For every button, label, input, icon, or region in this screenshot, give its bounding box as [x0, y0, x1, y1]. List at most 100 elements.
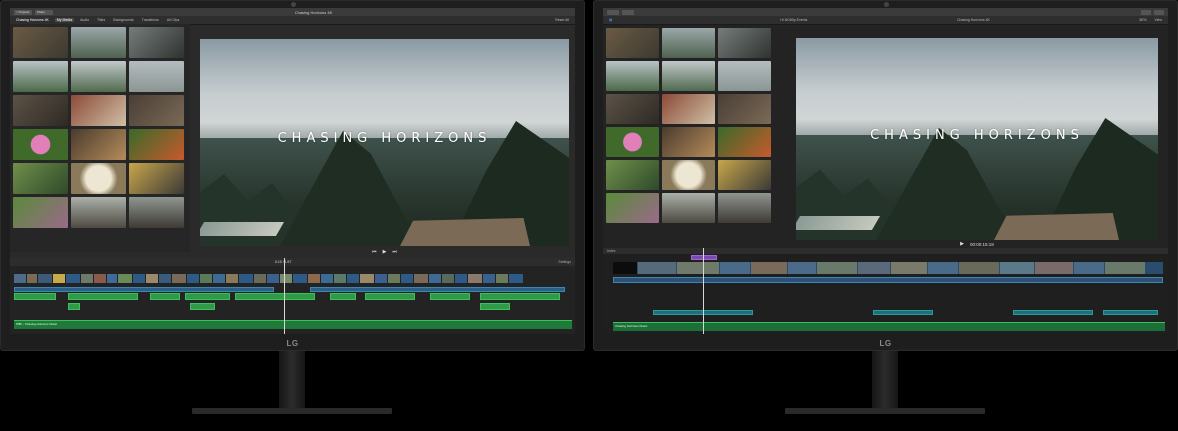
timeline-clip[interactable] — [928, 262, 958, 274]
timeline-clip[interactable] — [159, 274, 171, 283]
timeline-clip[interactable] — [213, 274, 225, 283]
timeline-clip[interactable] — [133, 274, 145, 283]
clip-thumbnail[interactable] — [606, 127, 659, 157]
clip-thumbnail[interactable] — [606, 28, 659, 58]
toolbar-button[interactable] — [622, 9, 634, 15]
index-button[interactable]: Index — [607, 249, 616, 253]
timeline-clip[interactable] — [1105, 262, 1145, 274]
clip-thumbnail[interactable] — [662, 28, 715, 58]
title-clip[interactable] — [691, 255, 717, 260]
clip-thumbnail[interactable] — [718, 94, 771, 124]
zoom-level[interactable]: 80% — [1137, 18, 1148, 22]
timeline-clip[interactable] — [751, 262, 787, 274]
tab-my-media[interactable]: My Media — [54, 18, 75, 22]
skip-back-icon[interactable]: ⏮ — [372, 249, 377, 255]
music-track[interactable]: Pffffr - Chasing Horizons Music — [14, 320, 572, 329]
clip-thumbnail[interactable] — [129, 27, 184, 58]
clip-thumbnail[interactable] — [718, 160, 771, 190]
title-clip[interactable] — [185, 293, 230, 300]
clip-thumbnail[interactable] — [13, 95, 68, 126]
timeline-clip[interactable] — [858, 262, 890, 274]
timeline-clip[interactable] — [146, 274, 158, 283]
clip-thumbnail[interactable] — [71, 27, 126, 58]
audio-clip[interactable] — [14, 287, 274, 292]
tab-transitions[interactable]: Transitions — [140, 18, 161, 22]
clip-thumbnail[interactable] — [13, 61, 68, 92]
timeline-clip[interactable] — [1074, 262, 1104, 274]
projects-button[interactable]: < Projects — [14, 9, 32, 15]
toolbar-button[interactable] — [1154, 9, 1164, 15]
clip-thumbnail[interactable] — [718, 127, 771, 157]
share-button[interactable]: Share — [35, 9, 53, 15]
title-clip[interactable] — [235, 293, 315, 300]
clip-thumbnail[interactable] — [71, 197, 126, 228]
connected-audio-clip[interactable] — [1013, 310, 1093, 315]
timeline-clip[interactable] — [891, 262, 927, 274]
title-clip[interactable] — [14, 293, 56, 300]
timeline-clip[interactable] — [496, 274, 508, 283]
timeline-clip[interactable] — [959, 262, 999, 274]
timeline-clip[interactable] — [613, 262, 637, 274]
title-clip[interactable] — [480, 303, 510, 310]
timeline-clip[interactable] — [483, 274, 495, 283]
connected-audio-clip[interactable] — [873, 310, 933, 315]
timeline-clip[interactable] — [94, 274, 106, 283]
playhead[interactable] — [284, 258, 285, 334]
clip-thumbnail[interactable] — [662, 127, 715, 157]
timeline-clip[interactable] — [414, 274, 428, 283]
clip-thumbnail[interactable] — [13, 197, 68, 228]
timeline-clip[interactable] — [27, 274, 37, 283]
clip-thumbnail[interactable] — [129, 95, 184, 126]
timeline-clip[interactable] — [200, 274, 212, 283]
timeline-clip[interactable] — [817, 262, 857, 274]
toolbar-button[interactable] — [607, 9, 619, 15]
title-clip[interactable] — [330, 293, 356, 300]
timeline-clip[interactable] — [388, 274, 400, 283]
play-icon[interactable]: ▶ — [383, 249, 387, 255]
video-viewer[interactable]: CHASING HORIZONS — [796, 38, 1158, 240]
tab-audio[interactable]: Audio — [78, 18, 91, 22]
playhead[interactable] — [703, 248, 704, 334]
timeline-clip[interactable] — [267, 274, 279, 283]
skip-forward-icon[interactable]: ⏭ — [392, 249, 397, 255]
clip-thumbnail[interactable] — [71, 95, 126, 126]
timeline-clip[interactable] — [38, 274, 52, 283]
timeline-clip[interactable] — [239, 274, 253, 283]
timeline-clip[interactable] — [14, 274, 26, 283]
timeline-clip[interactable] — [172, 274, 186, 283]
timeline-clip[interactable] — [53, 274, 65, 283]
timeline-clip[interactable] — [293, 274, 307, 283]
timeline-clip[interactable] — [720, 262, 750, 274]
timeline-clip[interactable] — [187, 274, 199, 283]
timeline-clip[interactable] — [1000, 262, 1034, 274]
clip-thumbnail[interactable] — [662, 61, 715, 91]
library-icon[interactable]: ▤ — [607, 18, 614, 22]
clip-thumbnail[interactable] — [606, 61, 659, 91]
timeline-clip[interactable] — [442, 274, 454, 283]
tab-titles[interactable]: Titles — [95, 18, 107, 22]
video-viewer[interactable]: CHASING HORIZONS — [200, 39, 569, 246]
clip-thumbnail[interactable] — [718, 61, 771, 91]
timeline-clip[interactable] — [347, 274, 359, 283]
audio-clip[interactable] — [310, 287, 565, 292]
clip-thumbnail[interactable] — [129, 197, 184, 228]
timeline-clip[interactable] — [321, 274, 333, 283]
timeline-clip[interactable] — [788, 262, 816, 274]
timeline-clip[interactable] — [401, 274, 413, 283]
tab-backgrounds[interactable]: Backgrounds — [111, 18, 135, 22]
clip-thumbnail[interactable] — [662, 94, 715, 124]
title-clip[interactable] — [365, 293, 415, 300]
clip-thumbnail[interactable] — [606, 160, 659, 190]
clip-thumbnail[interactable] — [129, 163, 184, 194]
timeline-clip[interactable] — [360, 274, 374, 283]
music-track[interactable]: Chasing Horizons Music — [613, 322, 1165, 331]
clip-thumbnail[interactable] — [606, 94, 659, 124]
timeline-clip[interactable] — [254, 274, 266, 283]
timeline-clip[interactable] — [638, 262, 676, 274]
timeline-clip[interactable] — [226, 274, 238, 283]
title-clip[interactable] — [480, 293, 560, 300]
title-clip[interactable] — [68, 293, 138, 300]
play-icon[interactable]: ▶ — [960, 241, 964, 247]
timeline-clip[interactable] — [677, 262, 719, 274]
clip-thumbnail[interactable] — [13, 163, 68, 194]
